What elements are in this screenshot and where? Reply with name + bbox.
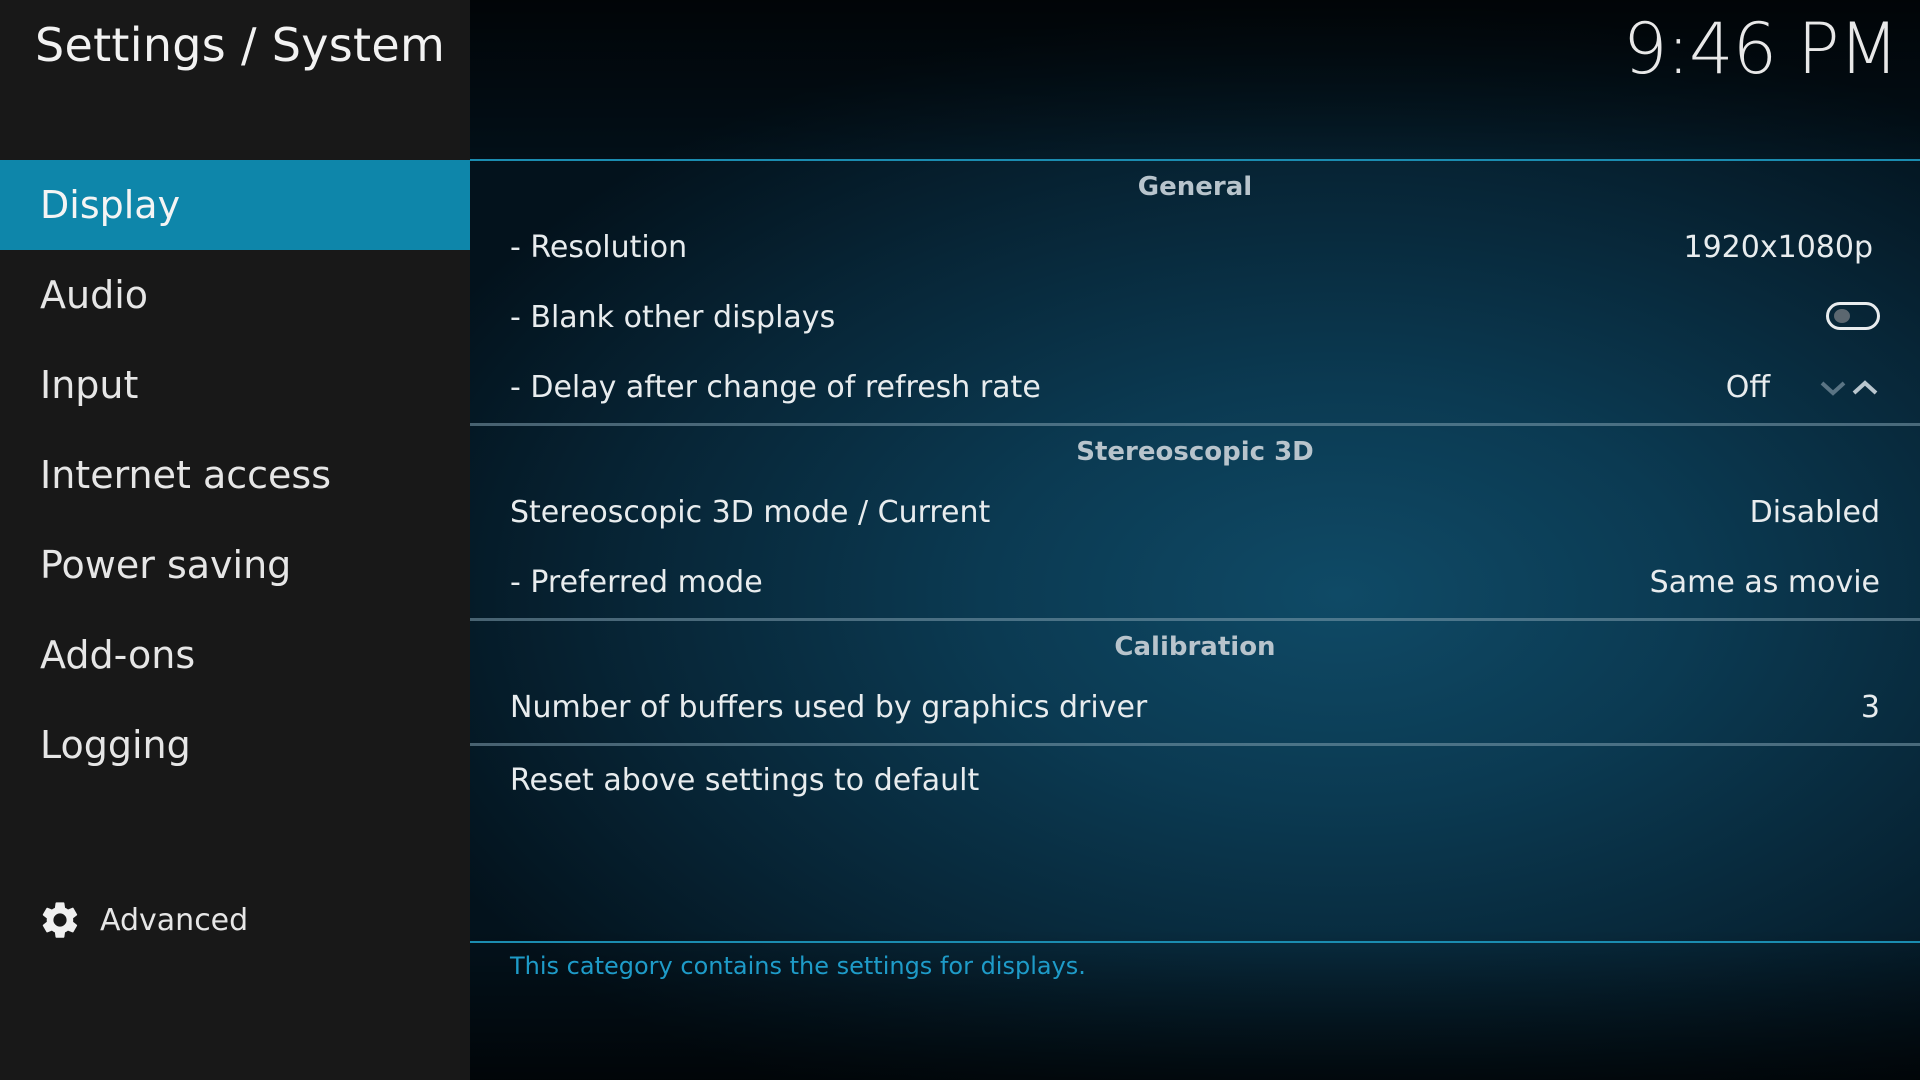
toggle-switch[interactable] [1826,302,1880,330]
nav-item-internet-access[interactable]: Internet access [0,430,470,520]
kodi-settings-screen: Settings / System Display Audio Input In… [0,0,1920,1080]
section-divider [470,618,1920,621]
nav-item-add-ons[interactable]: Add-ons [0,610,470,700]
setting-value: 3 [1860,690,1880,725]
category-description: This category contains the settings for … [510,952,1086,980]
setting-stereoscopic-mode-current[interactable]: Stereoscopic 3D mode / Current Disabled [470,478,1920,548]
setting-label: Stereoscopic 3D mode / Current [510,495,991,530]
sidebar: Settings / System Display Audio Input In… [0,0,470,1080]
setting-label: - Preferred mode [510,565,763,600]
page-title: Settings / System [35,18,446,72]
advanced-label: Advanced [100,902,249,938]
setting-value: Same as movie [1649,565,1880,600]
nav-item-input[interactable]: Input [0,340,470,430]
setting-graphics-buffers[interactable]: Number of buffers used by graphics drive… [470,673,1920,743]
chevron-down-icon[interactable] [1818,378,1848,398]
setting-value: 1920x1080p [1683,230,1874,265]
setting-value: Off [1725,370,1770,405]
setting-label: Number of buffers used by graphics drive… [510,690,1148,725]
gear-icon [42,902,78,938]
setting-preferred-mode[interactable]: - Preferred mode Same as movie [470,548,1920,618]
reset-label: Reset above settings to default [510,763,980,798]
section-divider [470,423,1920,426]
clock: 9:46 PM [1622,8,1899,90]
settings-list: General - Resolution 1920x1080p - Blank … [470,161,1920,816]
chevron-up-icon[interactable] [1850,378,1880,398]
footer-divider [470,941,1920,943]
section-header-general: General [1137,172,1253,202]
nav-item-audio[interactable]: Audio [0,250,470,340]
setting-label: - Delay after change of refresh rate [510,370,1041,405]
settings-panel: 9:46 PM General - Resolution 1920x1080p … [470,0,1920,1080]
category-nav: Display Audio Input Internet access Powe… [0,160,470,790]
setting-value: Disabled [1749,495,1880,530]
setting-label: - Resolution [510,230,688,265]
setting-blank-other-displays[interactable]: - Blank other displays [470,283,1920,353]
value-spinner [1818,353,1880,423]
setting-refresh-delay[interactable]: - Delay after change of refresh rate Off [470,353,1920,423]
reset-settings-button[interactable]: Reset above settings to default [470,746,1920,816]
toggle-knob [1834,309,1850,323]
nav-item-logging[interactable]: Logging [0,700,470,790]
setting-resolution[interactable]: - Resolution 1920x1080p [470,213,1920,283]
advanced-level-button[interactable]: Advanced [38,898,248,942]
nav-item-display[interactable]: Display [0,160,470,250]
setting-label: - Blank other displays [510,300,836,335]
section-header-calibration: Calibration [1114,632,1276,662]
nav-item-power-saving[interactable]: Power saving [0,520,470,610]
section-header-stereoscopic-3d: Stereoscopic 3D [1076,437,1314,467]
